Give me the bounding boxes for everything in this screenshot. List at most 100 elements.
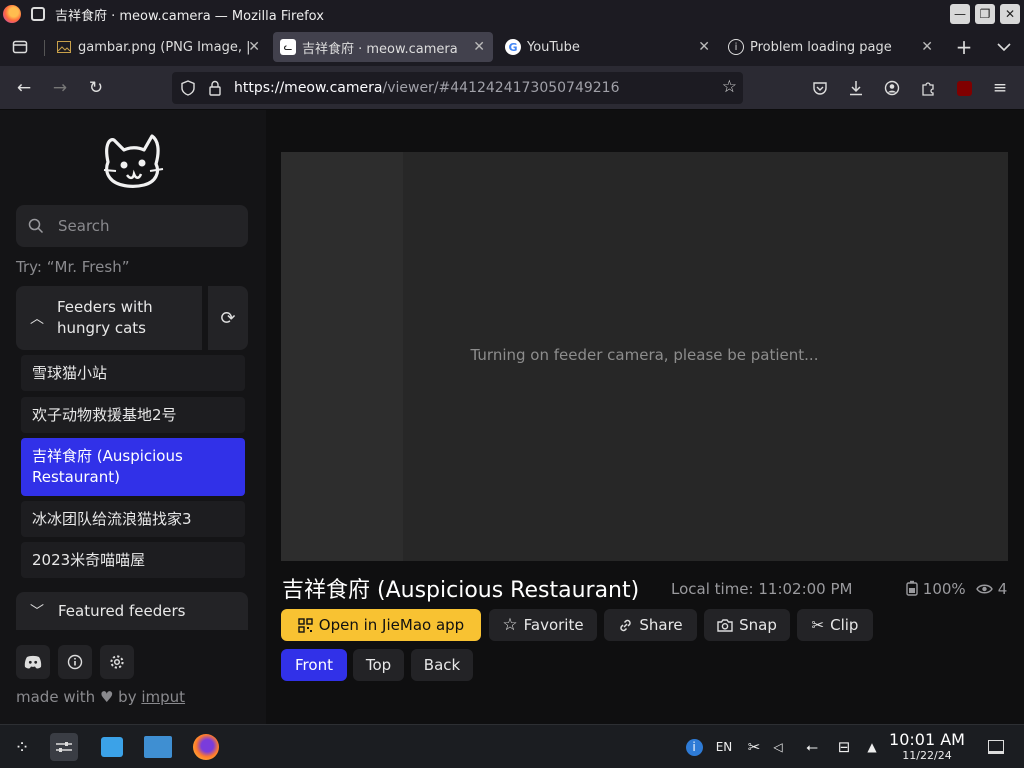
close-tab-icon[interactable]: ✕ — [248, 39, 260, 55]
extensions-button[interactable] — [914, 74, 942, 102]
tab-meow-camera[interactable]: ᓚ 吉祥食府 · meow.camera ✕ — [273, 32, 493, 62]
firefox-view-icon — [12, 40, 28, 54]
camera-back-button[interactable]: Back — [411, 649, 473, 681]
discover-app-task[interactable] — [98, 733, 126, 761]
puzzle-icon — [922, 82, 934, 96]
window-title: 吉祥食府 · meow.camera — Mozilla Firefox — [55, 8, 324, 24]
featured-section-toggle[interactable]: ﹀ Featured feeders — [16, 592, 248, 630]
reload-button[interactable]: ↻ — [82, 74, 110, 102]
notifications-info-icon[interactable]: i — [680, 733, 708, 761]
file-manager-task[interactable] — [144, 733, 172, 761]
clock[interactable]: 10:01 AM 11/22/24 — [884, 730, 970, 762]
list-all-tabs-button[interactable] — [990, 32, 1018, 62]
link-icon — [620, 619, 632, 631]
pocket-button[interactable] — [806, 74, 834, 102]
feeder-list-item[interactable]: 2023米奇喵喵屋 — [21, 542, 245, 578]
close-tab-icon[interactable]: ✕ — [473, 39, 485, 55]
close-tab-icon[interactable]: ✕ — [921, 39, 933, 55]
tray-expand-button[interactable]: ▲ — [858, 733, 886, 761]
settings-button[interactable] — [100, 645, 134, 679]
refresh-feeders-button[interactable]: ⟳ — [208, 286, 248, 350]
tab-gambar[interactable]: gambar.png (PNG Image, | ✕ — [50, 32, 268, 62]
feeder-name: 吉祥食府 (Auspicious Restaurant) — [32, 447, 183, 486]
minimize-button[interactable]: — — [950, 4, 970, 24]
url-bar[interactable]: https://meow.camera/viewer/#441242417305… — [172, 72, 743, 104]
tab-separator — [44, 40, 45, 56]
featured-section-title: Featured feeders — [58, 602, 186, 620]
account-icon — [884, 80, 900, 96]
tab-label: Problem loading page — [750, 39, 892, 55]
sidebar: Search Try: “Mr. Fresh” ︿ Feeders with h… — [0, 110, 266, 724]
clip-button[interactable]: ✂ Clip — [797, 609, 873, 641]
favorite-button[interactable]: ☆ Favorite — [489, 609, 597, 641]
share-button[interactable]: Share — [604, 609, 697, 641]
arrow-right-icon: → — [52, 78, 68, 98]
close-window-button[interactable]: ✕ — [1000, 4, 1020, 24]
settings-app-task[interactable] — [50, 733, 78, 761]
forward-button[interactable]: → — [46, 74, 74, 102]
meow-camera-logo-icon[interactable] — [100, 128, 166, 190]
application-launcher[interactable]: ⁘ — [8, 733, 36, 761]
open-in-app-label: Open in JieMao app — [318, 616, 465, 634]
download-icon — [850, 81, 862, 96]
tab-youtube[interactable]: G YouTube ✕ — [500, 32, 718, 62]
info-icon — [67, 654, 83, 670]
feeder-list-item[interactable]: 欢子动物救援基地2号 — [21, 397, 245, 433]
firefox-view-button[interactable] — [0, 32, 40, 62]
author-link[interactable]: imput — [141, 688, 185, 706]
close-tab-icon[interactable]: ✕ — [698, 39, 710, 55]
tab-label: gambar.png (PNG Image, | — [78, 39, 251, 55]
bookmark-star-icon[interactable]: ☆ — [722, 77, 737, 97]
feeder-name: 雪球猫小站 — [32, 363, 108, 382]
discord-button[interactable] — [16, 645, 50, 679]
chevron-up-icon: ︿ — [30, 311, 44, 327]
google-icon: G — [505, 39, 521, 55]
hamburger-menu-icon: ≡ — [992, 78, 1008, 98]
new-tab-button[interactable]: + — [950, 32, 978, 62]
camera-front-label: Front — [295, 656, 333, 674]
feeder-list-item-active[interactable]: 吉祥食府 (Auspicious Restaurant) — [21, 438, 245, 496]
network-icon[interactable]: ⊟ — [830, 733, 858, 761]
lock-icon[interactable] — [208, 80, 222, 96]
tab-problem-loading[interactable]: i Problem loading page ✕ — [723, 32, 941, 62]
eye-icon — [976, 584, 993, 594]
ublock-button[interactable] — [950, 74, 978, 102]
snap-button[interactable]: Snap — [704, 609, 790, 641]
feeders-section-title: Feeders with hungry cats — [57, 298, 153, 337]
pin-window-icon[interactable] — [31, 7, 45, 21]
camera-viewer[interactable]: Turning on feeder camera, please be pati… — [281, 152, 1008, 561]
chevron-up-icon: ▲ — [867, 740, 877, 754]
language-code: EN — [715, 740, 733, 754]
volume-icon[interactable]: ◁ — [764, 733, 792, 761]
search-hint: Try: “Mr. Fresh” — [16, 258, 130, 276]
open-in-app-button[interactable]: Open in JieMao app — [281, 609, 481, 641]
tab-label: 吉祥食府 · meow.camera — [302, 41, 458, 57]
snap-label: Snap — [739, 616, 777, 634]
viewer-count: 4 — [976, 580, 1007, 598]
gear-icon — [110, 655, 124, 669]
viewer-count-number: 4 — [997, 580, 1008, 598]
search-input[interactable]: Search — [16, 205, 248, 247]
usb-devices-icon[interactable]: ⭠ — [798, 733, 826, 761]
show-desktop-button[interactable] — [982, 733, 1010, 761]
desktop-icon — [988, 740, 1004, 754]
firefox-icon — [193, 734, 219, 760]
downloads-button[interactable] — [842, 74, 870, 102]
keyboard-layout-indicator[interactable]: EN — [710, 733, 738, 761]
firefox-logo-icon — [3, 5, 21, 23]
local-time: Local time: 11:02:00 PM — [671, 580, 853, 598]
feeder-list-item[interactable]: 冰冰团队给流浪猫找家3 — [21, 501, 245, 537]
camera-front-button[interactable]: Front — [281, 649, 347, 681]
about-button[interactable] — [58, 645, 92, 679]
back-button[interactable]: ← — [10, 74, 38, 102]
feeder-list-item[interactable]: 雪球猫小站 — [21, 355, 245, 391]
taskbar: ⁘ i EN ✂ ◁ ⭠ ⊟ ▲ 10:01 AM 11/22/24 — [0, 724, 1024, 768]
firefox-task[interactable] — [192, 733, 220, 761]
account-button[interactable] — [878, 74, 906, 102]
feeders-section-toggle[interactable]: ︿ Feeders with hungry cats — [16, 286, 202, 350]
camera-top-button[interactable]: Top — [353, 649, 404, 681]
tracking-shield-icon[interactable] — [180, 80, 196, 96]
url-path: /viewer/#4412424173050749216 — [382, 80, 620, 96]
restore-button[interactable]: ❐ — [975, 4, 995, 24]
app-menu-button[interactable]: ≡ — [986, 74, 1014, 102]
